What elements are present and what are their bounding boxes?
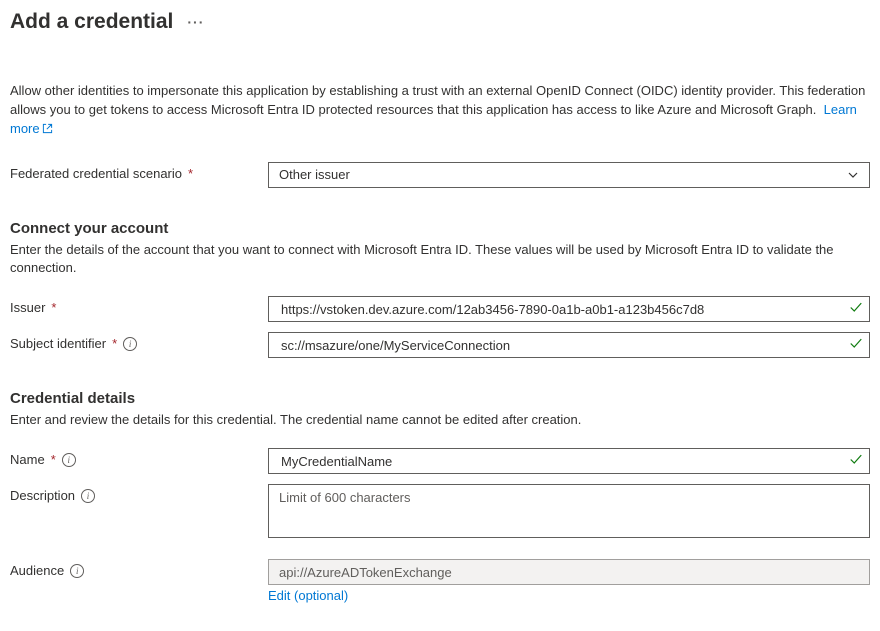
issuer-input[interactable] — [268, 296, 870, 322]
checkmark-icon — [849, 453, 863, 470]
chevron-down-icon — [847, 169, 859, 181]
audience-input: api://AzureADTokenExchange — [268, 559, 870, 585]
info-icon[interactable]: i — [123, 337, 137, 351]
checkmark-icon — [849, 301, 863, 318]
issuer-input-field[interactable] — [279, 301, 841, 318]
subject-input-field[interactable] — [279, 337, 841, 354]
checkmark-icon — [849, 337, 863, 354]
info-icon[interactable]: i — [81, 489, 95, 503]
name-label: Name * i — [10, 448, 268, 467]
external-link-icon — [42, 121, 53, 140]
page-title-text: Add a credential — [10, 10, 173, 34]
scenario-label: Federated credential scenario * — [10, 162, 268, 181]
required-marker: * — [51, 452, 56, 467]
name-input[interactable] — [268, 448, 870, 474]
audience-label: Audience i — [10, 559, 268, 578]
info-icon[interactable]: i — [62, 453, 76, 467]
issuer-label: Issuer * — [10, 296, 268, 315]
edit-audience-link[interactable]: Edit (optional) — [268, 588, 348, 603]
required-marker: * — [51, 300, 56, 315]
details-desc: Enter and review the details for this cr… — [10, 411, 870, 430]
required-marker: * — [188, 166, 193, 181]
name-input-field[interactable] — [279, 453, 841, 470]
description-label: Description i — [10, 484, 268, 503]
scenario-selected-value: Other issuer — [279, 167, 350, 182]
scenario-select[interactable]: Other issuer — [268, 162, 870, 188]
more-actions-button[interactable]: ··· — [187, 14, 204, 30]
connect-heading: Connect your account — [10, 220, 870, 237]
page-title: Add a credential ··· — [10, 10, 870, 34]
info-icon[interactable]: i — [70, 564, 84, 578]
intro-text: Allow other identities to impersonate th… — [10, 82, 870, 140]
subject-label: Subject identifier * i — [10, 332, 268, 351]
connect-desc: Enter the details of the account that yo… — [10, 241, 870, 279]
subject-input[interactable] — [268, 332, 870, 358]
required-marker: * — [112, 336, 117, 351]
description-input[interactable] — [268, 484, 870, 538]
audience-value: api://AzureADTokenExchange — [279, 565, 452, 580]
details-heading: Credential details — [10, 390, 870, 407]
